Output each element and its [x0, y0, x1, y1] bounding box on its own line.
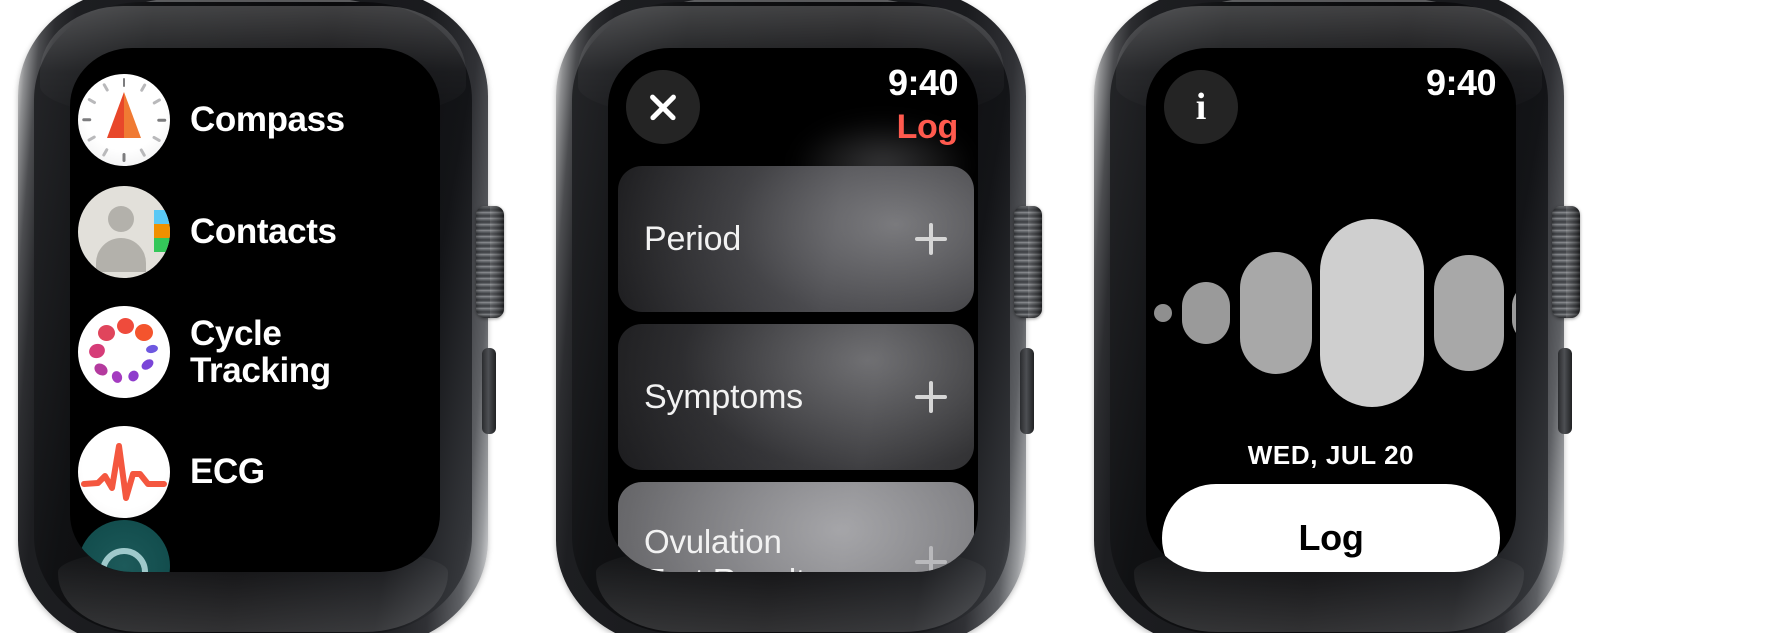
- page-title: Log: [896, 108, 959, 146]
- digital-crown[interactable]: [1014, 206, 1042, 318]
- chart-pill[interactable]: [1182, 282, 1230, 344]
- apple-watch-cycle-log: 9:40 Log Period Symptoms OvulationTest R…: [556, 0, 1042, 633]
- chart-date-label: WED, JUL 20: [1247, 440, 1415, 470]
- close-icon[interactable]: [626, 70, 700, 144]
- digital-crown[interactable]: [476, 206, 504, 318]
- list-item-ovulation-test-result[interactable]: OvulationTest Result: [618, 482, 974, 572]
- log-options-list: Period Symptoms OvulationTest Result: [618, 166, 974, 572]
- watch-screen-cycle-log: 9:40 Log Period Symptoms OvulationTest R…: [608, 48, 978, 572]
- contacts-icon: [78, 186, 170, 278]
- compass-icon: [78, 74, 170, 166]
- chart-pill[interactable]: [1154, 304, 1172, 322]
- ecg-icon: [78, 426, 170, 518]
- log-button[interactable]: Log: [1162, 484, 1500, 572]
- app-list[interactable]: Compass Contacts Cycle Tracking ECG: [70, 48, 440, 572]
- list-item-period[interactable]: Period: [618, 166, 974, 312]
- list-item-compass[interactable]: Compass: [78, 64, 440, 176]
- cycle-day-chart[interactable]: [1146, 198, 1516, 428]
- app-label: Compass: [190, 100, 345, 140]
- chart-pill[interactable]: [1434, 255, 1504, 371]
- screen-header: 9:40 Log: [608, 48, 978, 168]
- status-time: 9:40: [887, 62, 959, 103]
- app-label: Contacts: [190, 212, 337, 252]
- apple-watch-cycle-overview: i 9:40 WED, JUL 20 Log: [1094, 0, 1580, 633]
- list-item-ecg[interactable]: ECG: [78, 416, 440, 528]
- list-item-contacts[interactable]: Contacts: [78, 176, 440, 288]
- list-item-label: OvulationTest Result: [644, 523, 805, 572]
- list-item-label: Period: [644, 219, 742, 258]
- app-label: ECG: [190, 452, 265, 492]
- cycle-tracking-icon: [78, 306, 170, 398]
- chart-pill[interactable]: [1512, 283, 1516, 343]
- chart-pill[interactable]: [1240, 252, 1312, 374]
- screenshot-stage: Compass Contacts Cycle Tracking ECG 9:40…: [0, 0, 1777, 633]
- plus-icon[interactable]: [914, 222, 948, 256]
- side-button[interactable]: [1558, 348, 1572, 434]
- status-time: 9:40: [1425, 62, 1497, 103]
- apple-watch-app-list: Compass Contacts Cycle Tracking ECG: [18, 0, 504, 633]
- app-label: Cycle Tracking: [190, 313, 331, 390]
- watch-screen-app-list: Compass Contacts Cycle Tracking ECG: [70, 48, 440, 572]
- info-icon[interactable]: i: [1164, 70, 1238, 144]
- watch-screen-cycle-overview: i 9:40 WED, JUL 20 Log: [1146, 48, 1516, 572]
- side-button[interactable]: [482, 348, 496, 434]
- list-item-label: Symptoms: [644, 377, 803, 416]
- list-item-cycle-tracking[interactable]: Cycle Tracking: [78, 288, 440, 416]
- chart-pill-selected[interactable]: [1320, 219, 1424, 407]
- digital-crown[interactable]: [1552, 206, 1580, 318]
- plus-icon[interactable]: [914, 380, 948, 414]
- plus-icon[interactable]: [914, 545, 948, 572]
- side-button[interactable]: [1020, 348, 1034, 434]
- list-item-symptoms[interactable]: Symptoms: [618, 324, 974, 470]
